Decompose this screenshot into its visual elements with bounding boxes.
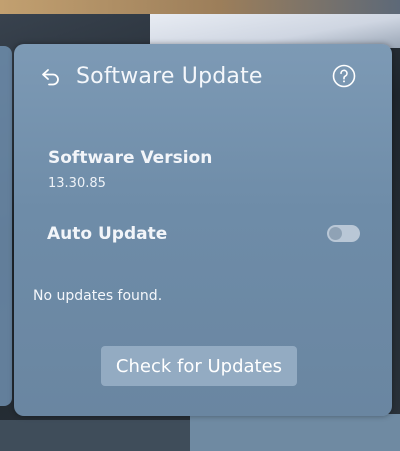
help-icon[interactable]: [332, 64, 356, 88]
check-for-updates-button[interactable]: Check for Updates: [101, 346, 297, 386]
panel-header: Software Update: [14, 44, 392, 114]
auto-update-label: Auto Update: [47, 224, 168, 244]
toggle-knob: [329, 227, 342, 240]
background-image-strip: [150, 14, 400, 48]
update-status-message: No updates found.: [33, 288, 163, 304]
background-bottom: [0, 420, 190, 451]
auto-update-toggle[interactable]: [327, 225, 360, 242]
back-arrow-icon[interactable]: [40, 66, 62, 88]
adjacent-panel-edge: [0, 46, 12, 406]
adjacent-panel-bottom: [190, 414, 400, 451]
background-wall-strip: [0, 0, 400, 14]
page-title: Software Update: [76, 64, 263, 89]
software-update-panel: Software Update Software Version 13.30.8…: [14, 44, 392, 416]
software-version-value: 13.30.85: [48, 176, 106, 191]
software-version-label: Software Version: [48, 148, 213, 168]
